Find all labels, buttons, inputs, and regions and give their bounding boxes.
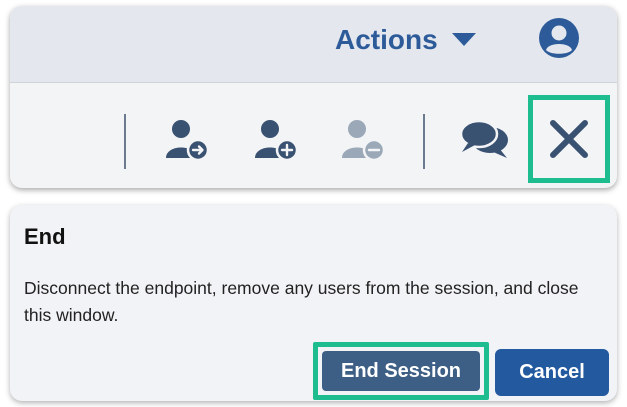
end-session-button[interactable]: End Session	[322, 351, 480, 391]
user-plus-icon	[255, 120, 299, 162]
toolbar-buttons	[10, 84, 617, 188]
toolbar-header: Actions	[10, 6, 617, 83]
user-minus-icon	[342, 120, 386, 162]
close-icon	[550, 120, 588, 158]
end-button[interactable]	[528, 95, 610, 183]
add-user-button[interactable]	[246, 110, 306, 170]
actions-label: Actions	[335, 24, 438, 55]
session-toolbar: Actions	[10, 6, 617, 188]
chat-bubbles-icon	[459, 119, 508, 158]
end-session-highlight: End Session	[313, 342, 489, 400]
user-circle-icon[interactable]	[538, 17, 580, 59]
user-arrow-icon	[166, 120, 210, 162]
actions-menu[interactable]: Actions	[335, 16, 476, 64]
toolbar-divider	[124, 114, 126, 169]
caret-down-icon	[451, 33, 476, 46]
cancel-button[interactable]: Cancel	[495, 349, 609, 396]
chat-button[interactable]	[455, 110, 515, 170]
popover-description: Disconnect the endpoint, remove any user…	[24, 278, 579, 325]
transfer-user-button[interactable]	[157, 110, 217, 170]
toolbar-divider	[423, 114, 425, 169]
remove-user-button[interactable]	[333, 110, 393, 170]
popover-title: End	[24, 224, 66, 249]
end-confirmation-popover: End Disconnect the endpoint, remove any …	[10, 205, 617, 401]
